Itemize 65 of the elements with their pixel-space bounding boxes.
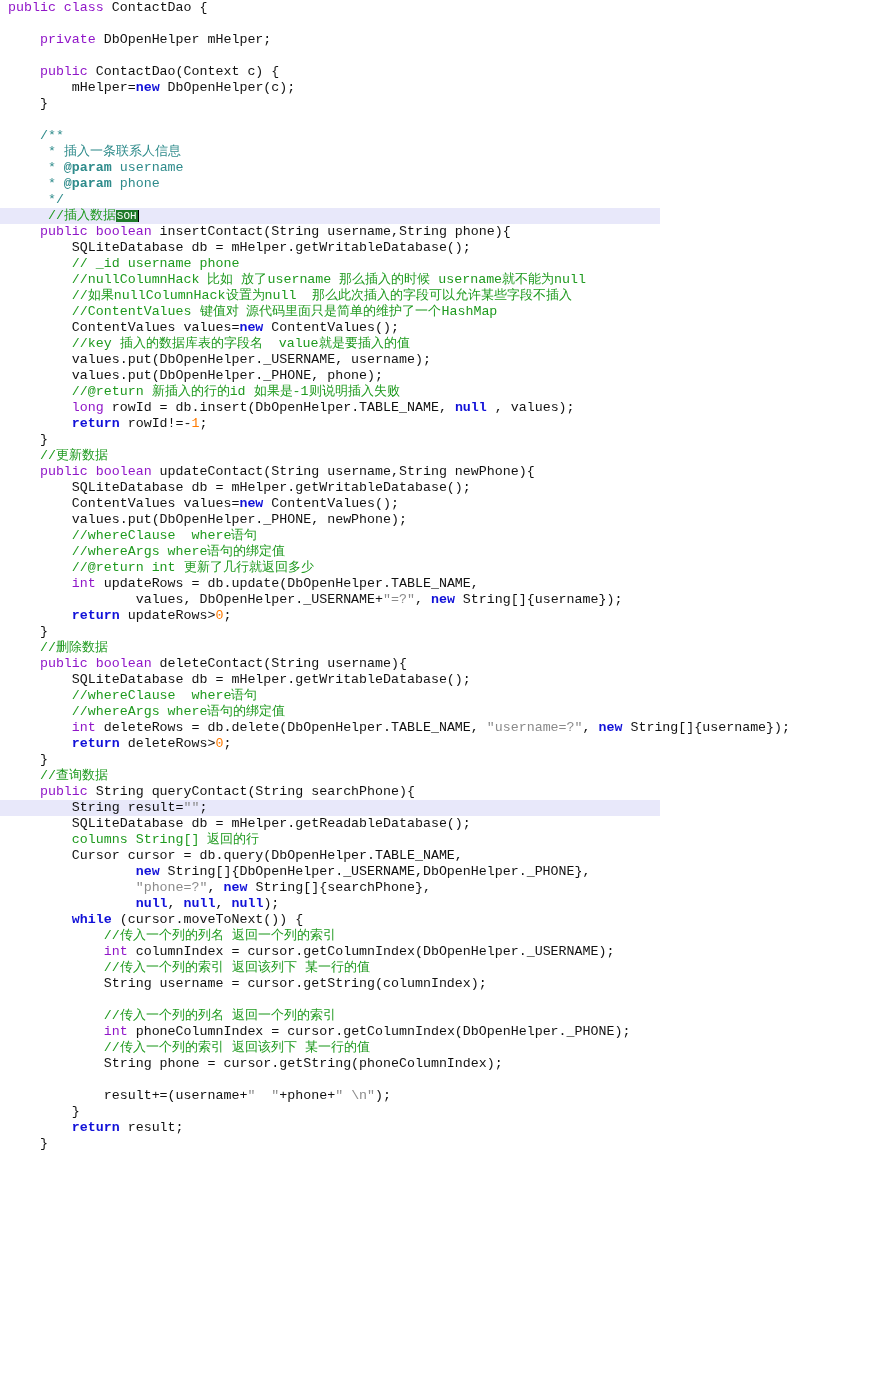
code-line: int columnIndex = cursor.getColumnIndex(DbOpenHelper._USERNAME); (102, 944, 616, 960)
code-line: values, DbOpenHelper._USERNAME+"=?", new String[]{username}); (134, 592, 624, 608)
code-line: ContentValues values=new ContentValues(); (70, 320, 400, 336)
code-line: String phone = cursor.getString(phoneColumnIndex); (102, 1056, 504, 1072)
code-line: } (70, 1104, 81, 1120)
code-line: public String queryContact(String searchPhone){ (38, 784, 416, 800)
code-line: return result; (70, 1120, 185, 1136)
code-line: //传入一个列的索引 返回该列下 某一行的值 (102, 1040, 371, 1056)
code-line: values.put(DbOpenHelper._PHONE, phone); (70, 368, 385, 384)
code-line: mHelper=new DbOpenHelper(c); (70, 80, 297, 96)
code-line: //whereClause where语句 (70, 528, 259, 544)
code-line: * @param username (46, 160, 185, 176)
code-line: columns String[] 返回的行 (70, 832, 261, 848)
code-line: //传入一个列的索引 返回该列下 某一行的值 (102, 960, 371, 976)
code-line: SQLiteDatabase db = mHelper.getWritableDatabase(); (70, 672, 472, 688)
code-line: result+=(username+" "+phone+" \n"); (102, 1088, 393, 1104)
code-line: } (38, 752, 49, 768)
code-line: int updateRows = db.update(DbOpenHelper.TABLE_NAME, (70, 576, 480, 592)
code-line: "phone=?", new String[]{searchPhone}, (134, 880, 432, 896)
code-line: * 插入一条联系人信息 (46, 144, 182, 160)
code-line: public boolean updateContact(String username,String newPhone){ (38, 464, 536, 480)
code-line: //whereClause where语句 (70, 688, 259, 704)
code-line: //key 插入的数据库表的字段名 value就是要插入的值 (70, 336, 411, 352)
code-line: //更新数据 (38, 448, 109, 464)
code-line: * @param phone (46, 176, 161, 192)
code-line: int phoneColumnIndex = cursor.getColumnIndex(DbOpenHelper._PHONE); (102, 1024, 632, 1040)
code-line: new String[]{DbOpenHelper._USERNAME,DbOpenHelper._PHONE}, (134, 864, 592, 880)
code-line: return deleteRows>0; (70, 736, 233, 752)
code-line: null, null, null); (134, 896, 281, 912)
code-line: public ContactDao(Context c) { (38, 64, 281, 80)
code-line: return updateRows>0; (70, 608, 233, 624)
code-line: //查询数据 (38, 768, 109, 784)
code-line: //删除数据 (38, 640, 109, 656)
code-line: } (38, 96, 49, 112)
code-line: */ (46, 192, 64, 208)
code-line: } (38, 432, 49, 448)
code-line: //@return 新插入的行的id 如果是-1则说明插入失败 (70, 384, 401, 400)
code-line: } (38, 1136, 49, 1152)
code-line: //whereArgs where语句的绑定值 (70, 544, 287, 560)
code-line: //nullColumnHack 比如 放了username 那么插入的时候 username就不能为null (70, 272, 587, 288)
code-line: //如果nullColumnHack设置为null 那么此次插入的字段可以允许某些字段不插入 (70, 288, 574, 304)
code-line: SQLiteDatabase db = mHelper.getWritableDatabase(); (70, 240, 472, 256)
code-line: //@return int 更新了几行就返回多少 (70, 560, 315, 576)
code-line: SQLiteDatabase db = mHelper.getWritableDatabase(); (70, 480, 472, 496)
code-line: private DbOpenHelper mHelper; (38, 32, 273, 48)
code-line: while (cursor.moveToNext()) { (70, 912, 305, 928)
code-line: //whereArgs where语句的绑定值 (70, 704, 287, 720)
code-line: Cursor cursor = db.query(DbOpenHelper.TABLE_NAME, (70, 848, 464, 864)
code-line: values.put(DbOpenHelper._PHONE, newPhone); (70, 512, 408, 528)
code-line: int deleteRows = db.delete(DbOpenHelper.TABLE_NAME, "username=?", new String[]{username}); (70, 720, 791, 736)
code-line: } (38, 624, 49, 640)
code-line: String username = cursor.getString(columnIndex); (102, 976, 488, 992)
code-line: values.put(DbOpenHelper._USERNAME, username); (70, 352, 432, 368)
code-line: public class ContactDao { (7, 0, 209, 16)
code-line: ContentValues values=new ContentValues(); (70, 496, 400, 512)
code-line: SQLiteDatabase db = mHelper.getReadableDatabase(); (70, 816, 472, 832)
code-line: // _id username phone (70, 256, 241, 272)
code-line: //传入一个列的列名 返回一个列的索引 (102, 928, 337, 944)
code-line: //传入一个列的列名 返回一个列的索引 (102, 1008, 337, 1024)
code-line: return rowId!=-1; (70, 416, 209, 432)
code-line: long rowId = db.insert(DbOpenHelper.TABLE_NAME, null , values); (70, 400, 576, 416)
code-line: /** (38, 128, 64, 144)
code-line: public boolean deleteContact(String username){ (38, 656, 408, 672)
code-line: //ContentValues 键值对 源代码里面只是简单的维护了一个HashMap (70, 304, 499, 320)
code-line: public boolean insertContact(String username,String phone){ (38, 224, 512, 240)
